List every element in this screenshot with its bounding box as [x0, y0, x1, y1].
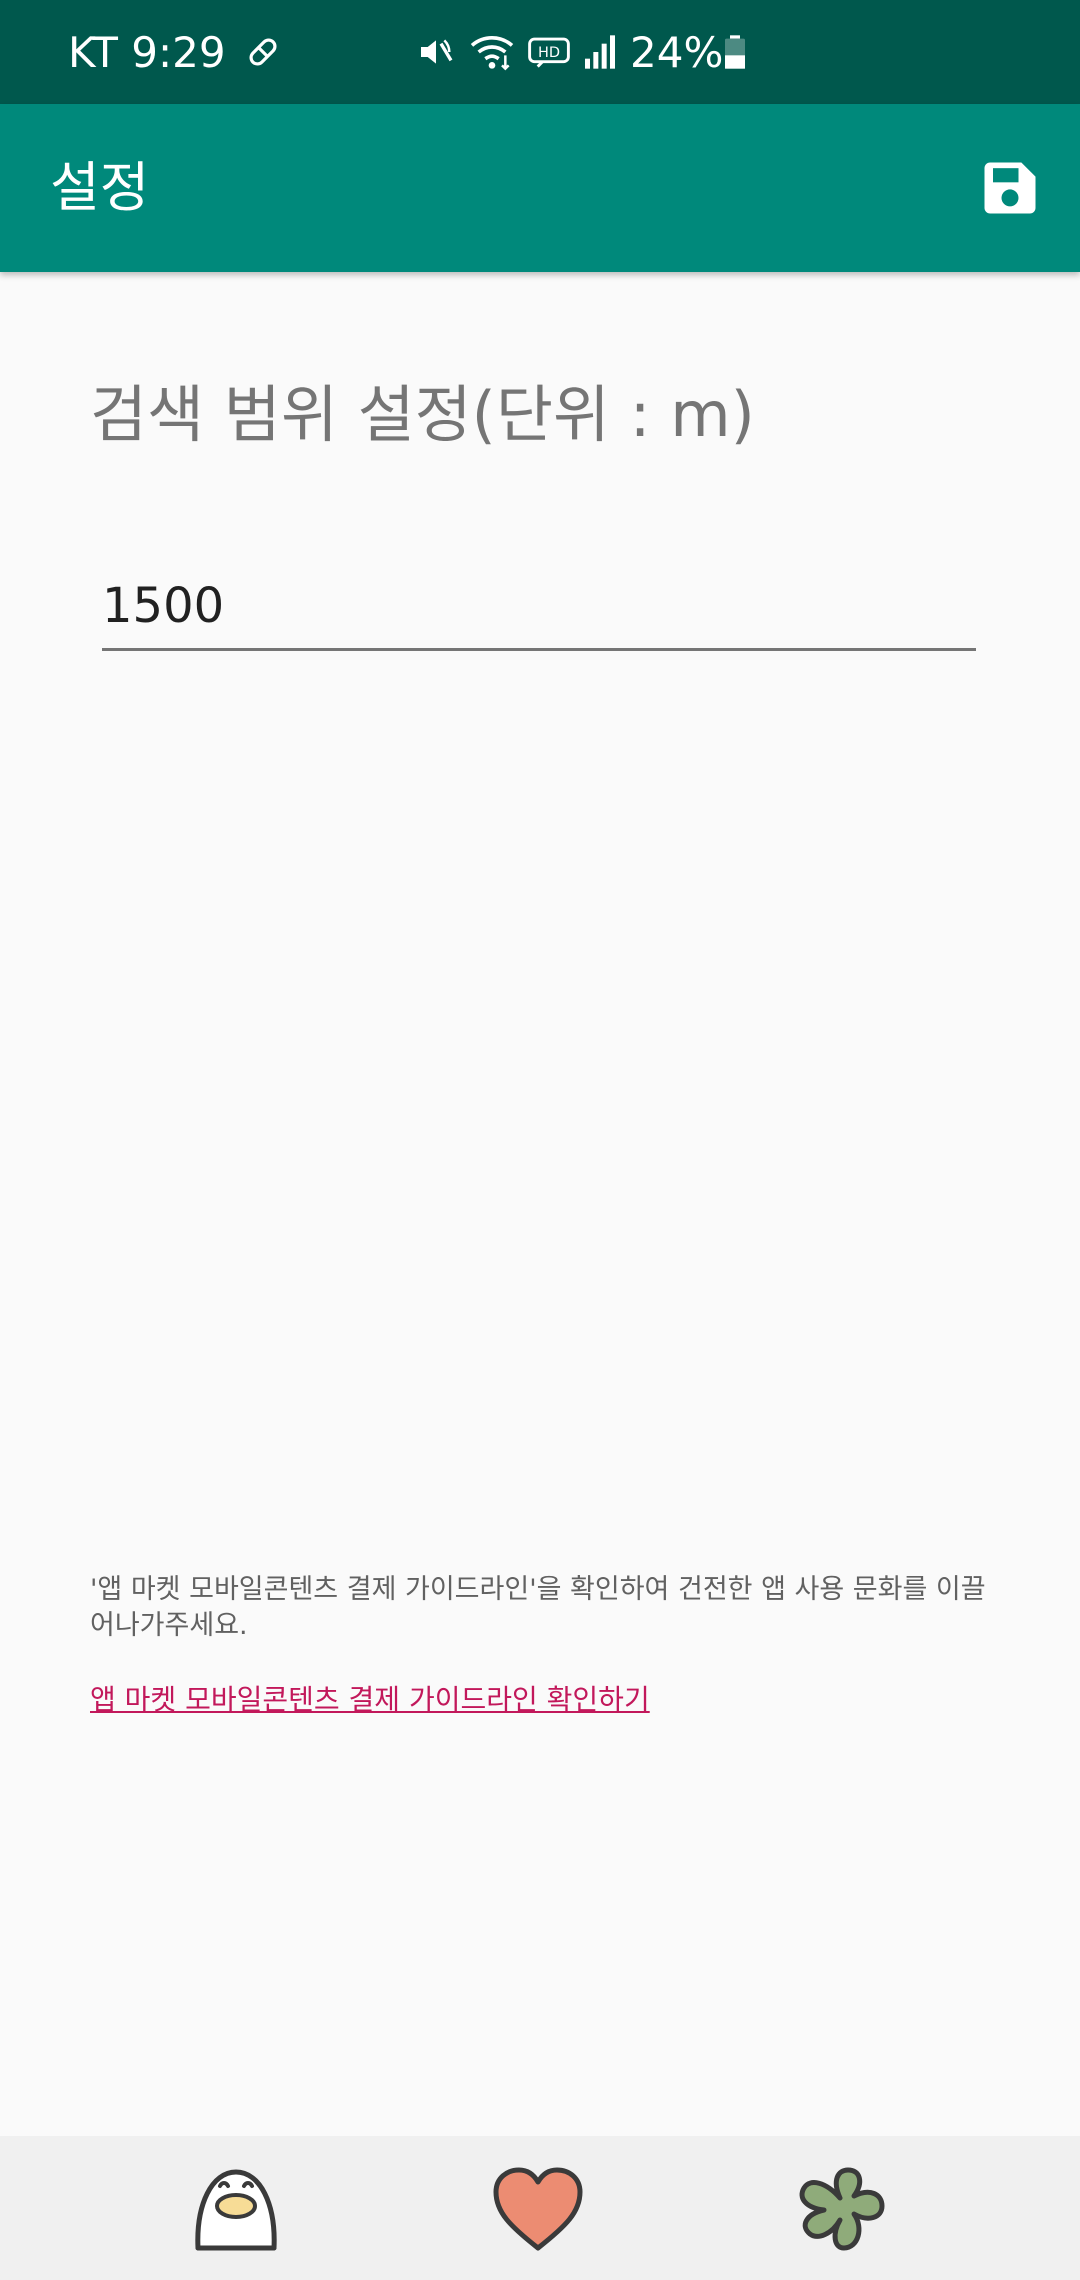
- nav-item-heart[interactable]: [488, 2150, 588, 2268]
- app-bar: 설정: [0, 104, 1080, 272]
- search-range-input[interactable]: [102, 570, 976, 651]
- bottom-nav: [0, 2136, 1080, 2280]
- guide-notice: '앱 마켓 모바일콘텐츠 결제 가이드라인'을 확인하여 건전한 앱 사용 문화…: [90, 1574, 986, 1641]
- battery-icon: [725, 35, 746, 69]
- signal-icon: [585, 35, 615, 69]
- guide-link[interactable]: 앱 마켓 모바일콘텐츠 결제 가이드라인 확인하기: [90, 1678, 650, 1718]
- settings-screen: KT 9:29 HD 24% 설정 검색 범위 설정(단위: m) 1500 …: [0, 0, 1080, 2280]
- status-right: HD 24%: [416, 0, 747, 104]
- nav-item-penguin[interactable]: [186, 2150, 286, 2268]
- app-title: 설정: [50, 156, 150, 219]
- nav-item-clover[interactable]: [790, 2150, 890, 2268]
- svg-text:HD: HD: [538, 45, 560, 61]
- wifi-icon: [470, 36, 514, 71]
- clover-icon: [799, 2167, 885, 2251]
- save-icon[interactable]: [976, 154, 1044, 222]
- battery-percent: 24%: [630, 27, 724, 77]
- carrier-time: KT 9:29: [68, 27, 226, 77]
- heart-icon: [493, 2167, 583, 2251]
- status-left: KT 9:29: [68, 0, 282, 104]
- pill-icon: [249, 38, 277, 66]
- status-bar: KT 9:29 HD 24%: [0, 0, 1080, 104]
- search-range-heading: 검색 범위 설정(단위 : m): [90, 378, 755, 451]
- penguin-icon: [195, 2169, 277, 2251]
- mute-icon: [421, 39, 453, 64]
- hd-icon: HD: [528, 37, 570, 68]
